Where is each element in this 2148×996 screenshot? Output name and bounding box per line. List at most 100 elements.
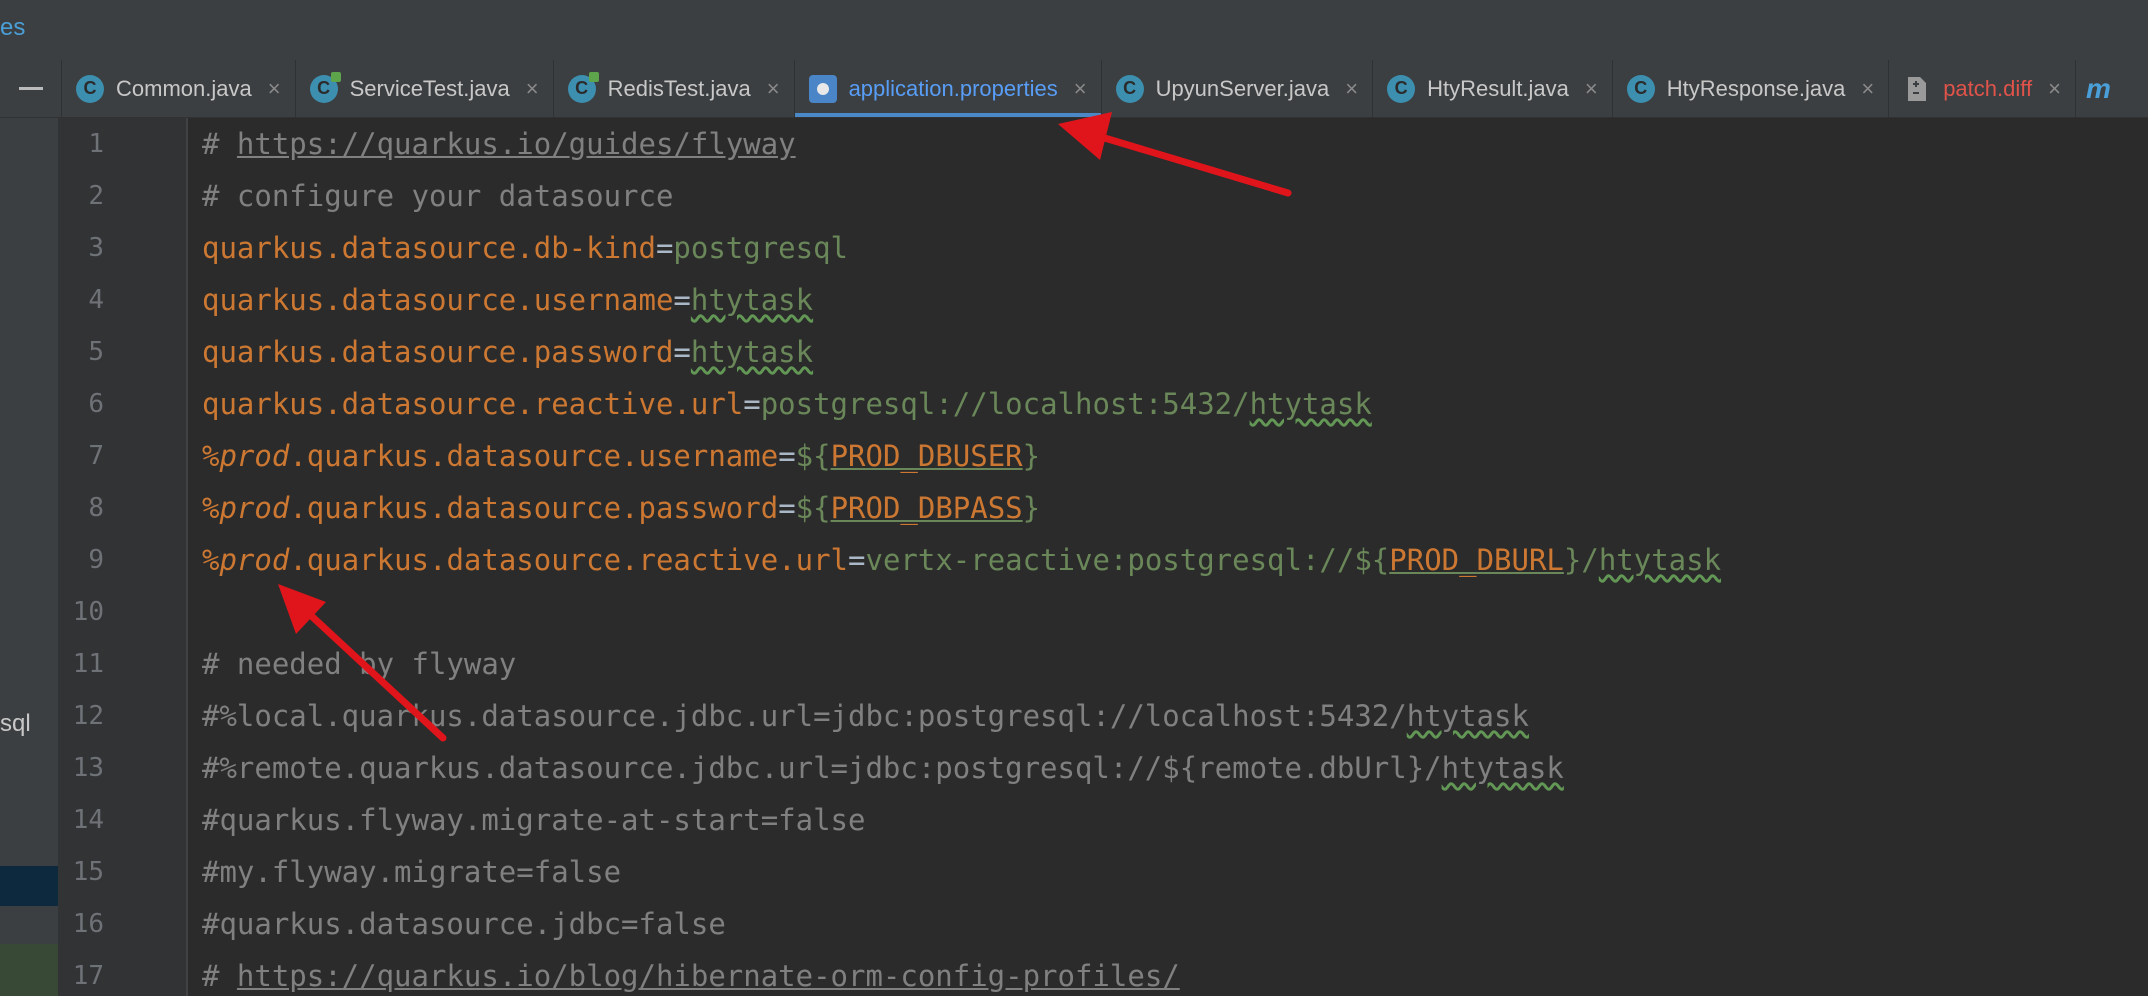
code-line[interactable]: # https://quarkus.io/guides/flyway — [202, 118, 796, 170]
test-class-icon: C — [309, 71, 341, 103]
close-icon[interactable]: × — [526, 76, 539, 102]
code-line[interactable]: quarkus.datasource.username=htytask — [202, 274, 813, 326]
code-token: # needed by flyway — [202, 647, 517, 681]
line-number: 9 — [88, 545, 104, 575]
line-number: 14 — [72, 805, 104, 835]
line-number: 8 — [88, 493, 104, 523]
code-line[interactable]: quarkus.datasource.reactive.url=postgres… — [202, 378, 1372, 430]
code-token: vertx-reactive:postgresql://${ — [865, 543, 1390, 577]
code-token: ${ — [795, 491, 831, 525]
code-line[interactable]: # needed by flyway — [202, 638, 516, 690]
project-tree-item-sql[interactable]: sql — [0, 710, 31, 738]
tab-overflow[interactable]: m — [2076, 60, 2121, 117]
code-token: htytask — [690, 335, 814, 369]
code-token: #%local.quarkus.datasource.jdbc.url=jdbc… — [202, 699, 1407, 733]
code-token: quarkus.datasource.password — [202, 335, 674, 369]
class-icon: C — [1387, 74, 1416, 103]
tab-common-java[interactable]: C Common.java × — [62, 60, 296, 117]
code-token: .quarkus.datasource.username — [289, 439, 779, 473]
code-token: #my.flyway.migrate=false — [202, 855, 622, 889]
code-token: # — [202, 127, 237, 161]
tab-htyresponse-java[interactable]: C HtyResponse.java × — [1613, 60, 1890, 117]
tab-redistest-java[interactable]: C RedisTest.java × — [554, 60, 795, 117]
line-number: 15 — [72, 857, 104, 887]
code-token: #quarkus.flyway.migrate-at-start=false — [202, 803, 866, 837]
code-token: quarkus.datasource.reactive.url — [202, 387, 744, 421]
breadcrumb[interactable]: es — [0, 14, 25, 42]
tab-label: HtyResponse.java — [1666, 75, 1846, 101]
minimize-icon[interactable] — [0, 60, 62, 117]
close-icon[interactable]: × — [767, 76, 780, 102]
navigation-bar: es — [0, 0, 2148, 60]
ide-window: es C Common.java × C ServiceTest.java × C Redis… — [0, 0, 2148, 996]
code-token: htytask — [1406, 699, 1529, 733]
code-token: } — [1022, 439, 1041, 473]
code-token: = — [743, 387, 761, 421]
code-line[interactable]: #my.flyway.migrate=false — [202, 846, 621, 898]
line-number: 7 — [88, 441, 104, 471]
code-token: PROD_DBURL — [1389, 543, 1564, 577]
line-number: 11 — [72, 649, 104, 679]
code-token: htytask — [690, 283, 814, 317]
code-token: htytask — [1598, 543, 1722, 577]
tab-label: UpyunServer.java — [1155, 75, 1330, 101]
close-icon[interactable]: × — [2048, 76, 2061, 102]
code-token: = — [778, 439, 796, 473]
code-token: .quarkus.datasource.reactive.url — [289, 543, 849, 577]
code-line[interactable]: %prod.quarkus.datasource.password=${PROD… — [202, 482, 1040, 534]
line-number: 13 — [72, 753, 104, 783]
code-line[interactable]: #quarkus.datasource.jdbc=false — [202, 898, 726, 950]
tab-application-properties[interactable]: application.properties × — [794, 60, 1102, 117]
close-icon[interactable]: × — [1861, 76, 1874, 102]
code-token: postgresql — [673, 231, 849, 265]
code-token: # configure your datasource — [202, 179, 674, 213]
line-number: 4 — [88, 285, 104, 315]
line-number: 12 — [72, 701, 104, 731]
tab-servicetest-java[interactable]: C ServiceTest.java × — [296, 60, 554, 117]
code-token: %prod — [202, 543, 290, 577]
project-tree-highlighted-row[interactable] — [0, 944, 58, 996]
line-number: 16 — [72, 909, 104, 939]
code-token: PROD_DBPASS — [830, 491, 1023, 525]
code-token: ${ — [795, 439, 831, 473]
tab-htyresult-java[interactable]: C HtyResult.java × — [1373, 60, 1613, 117]
tab-patch-diff[interactable]: patch.diff × — [1889, 60, 2076, 117]
code-line[interactable]: #%local.quarkus.datasource.jdbc.url=jdbc… — [202, 690, 1529, 742]
close-icon[interactable]: × — [1585, 76, 1598, 102]
code-line[interactable]: quarkus.datasource.password=htytask — [202, 326, 813, 378]
code-token: = — [778, 491, 796, 525]
close-icon[interactable]: × — [1074, 76, 1087, 102]
code-token: quarkus.datasource.db-kind — [202, 231, 656, 265]
tab-label: patch.diff — [1943, 75, 2033, 101]
code-line[interactable]: quarkus.datasource.db-kind=postgresql — [202, 222, 848, 274]
code-token: = — [673, 283, 691, 317]
line-number: 1 — [88, 129, 104, 159]
close-icon[interactable]: × — [1345, 76, 1358, 102]
code-line[interactable]: %prod.quarkus.datasource.username=${PROD… — [202, 430, 1040, 482]
code-token: quarkus.datasource.username — [202, 283, 674, 317]
code-token: https://quarkus.io/blog/hibernate-orm-co… — [236, 959, 1180, 993]
tab-label: application.properties — [848, 75, 1058, 101]
code-token: htytask — [1249, 387, 1372, 421]
close-icon[interactable]: × — [268, 76, 281, 102]
line-number: 2 — [88, 181, 104, 211]
code-line[interactable]: # configure your datasource — [202, 170, 673, 222]
code-line[interactable]: #%remote.quarkus.datasource.jdbc.url=jdb… — [202, 742, 1564, 794]
code-line[interactable]: #quarkus.flyway.migrate-at-start=false — [202, 794, 865, 846]
code-editor[interactable]: # https://quarkus.io/guides/flyway # conf… — [188, 118, 2148, 996]
line-number: 10 — [72, 597, 104, 627]
project-panel: sql — [0, 118, 58, 996]
code-line[interactable]: # https://quarkus.io/blog/hibernate-orm-… — [202, 950, 1180, 996]
code-token: #%remote.quarkus.datasource.jdbc.url=jdb… — [202, 751, 1442, 785]
code-line[interactable]: %prod.quarkus.datasource.reactive.url=ve… — [202, 534, 1721, 586]
code-token: }/ — [1563, 543, 1599, 577]
class-icon: C — [1115, 74, 1144, 103]
editor-tab-bar: C Common.java × C ServiceTest.java × C RedisTes… — [0, 60, 2148, 118]
diff-file-icon — [1903, 75, 1931, 103]
code-token: htytask — [1441, 751, 1564, 785]
project-tree-selected-row[interactable] — [0, 866, 58, 906]
tab-label: Common.java — [116, 75, 252, 101]
tab-upyunserver-java[interactable]: C UpyunServer.java × — [1102, 60, 1374, 117]
line-number: 3 — [88, 233, 104, 263]
code-token: #quarkus.datasource.jdbc=false — [202, 907, 726, 941]
